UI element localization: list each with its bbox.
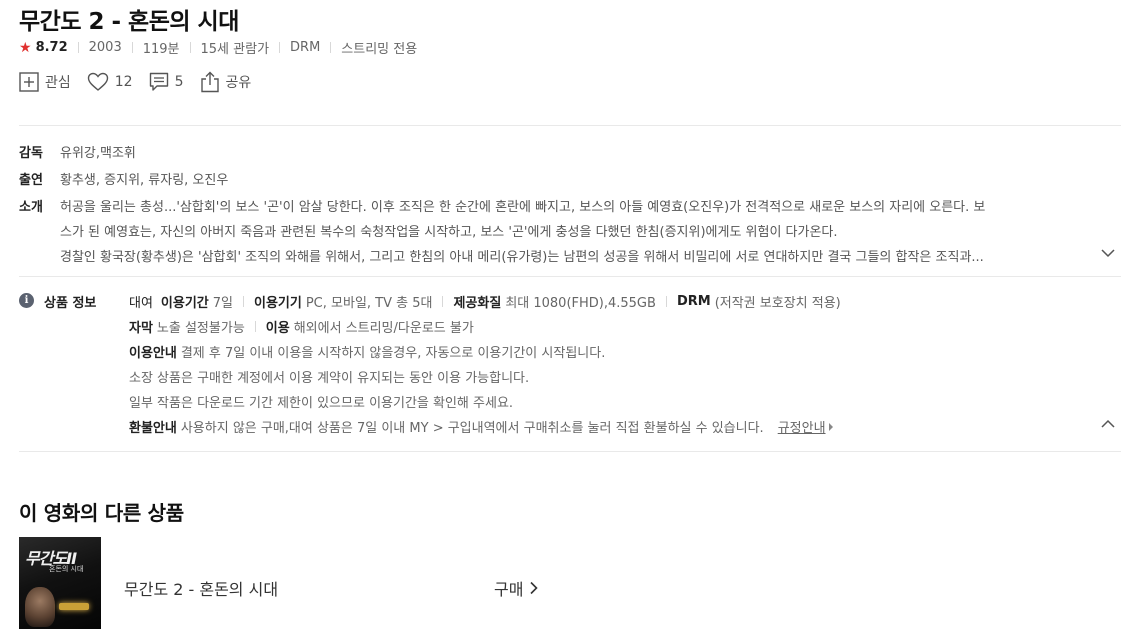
- comment-button[interactable]: 5: [149, 72, 184, 92]
- drm-label: DRM: [290, 40, 321, 55]
- chevron-down-icon[interactable]: [1100, 247, 1116, 259]
- cast-row: 출연 황추생, 증지위, 류자링, 오진우: [19, 169, 228, 188]
- director-value: 유위강,맥조휘: [60, 146, 136, 161]
- device-value: PC, 모바일, TV 총 5대: [305, 296, 433, 311]
- refund-key: 환불안내: [129, 421, 177, 436]
- rating-value: 8.72: [35, 40, 68, 55]
- synopsis-key: 소개: [19, 200, 43, 215]
- meta-divider: [279, 42, 281, 53]
- info-row-guide-3: 일부 작품은 다운로드 기간 제한이 있으므로 이용기간을 확인해 주세요.: [129, 392, 513, 411]
- share-label: 공유: [225, 75, 252, 91]
- poster-subtitle: 혼돈의 시대: [49, 565, 84, 573]
- streaming-label: 스트리밍 전용: [341, 42, 418, 57]
- movie-meta: ★ 8.72 2003 119분 15세 관람가 DRM 스트리밍 전용: [19, 38, 418, 58]
- usage-key: 이용: [265, 321, 290, 336]
- subtitle-key: 자막: [129, 321, 153, 336]
- director-key: 감독: [19, 146, 43, 161]
- device-key: 이용기기: [254, 296, 302, 311]
- drm-value: (저작권 보호장치 적용): [714, 296, 841, 311]
- director-row: 감독 유위강,맥조휘: [19, 142, 136, 161]
- meta-divider: [131, 42, 133, 53]
- comment-icon: [149, 72, 168, 91]
- synopsis-line: 허공을 울리는 총성...'삼합회'의 보스 '곤'이 암살 당한다. 이후 조…: [60, 200, 986, 215]
- product-poster[interactable]: 무간도II 혼돈의 시대: [19, 537, 101, 629]
- poster-gun: [59, 603, 89, 610]
- info-row-guide: 이용안내 결제 후 7일 이내 이용을 시작하지 않을경우, 자동으로 이용기간…: [129, 342, 605, 361]
- product-title[interactable]: 무간도 2 - 혼돈의 시대: [124, 576, 278, 600]
- info-row-rent: 대여 이용기간 7일 이용기기 PC, 모바일, TV 총 5대 제공화질 최대…: [129, 292, 841, 311]
- info-divider: [254, 321, 256, 332]
- divider: [19, 276, 1121, 277]
- share-icon: [200, 71, 219, 93]
- meta-divider: [330, 42, 332, 53]
- heart-icon: [87, 72, 108, 91]
- drm-key: DRM: [676, 294, 711, 309]
- guide-text: 일부 작품은 다운로드 기간 제한이 있으므로 이용기간을 확인해 주세요.: [129, 396, 514, 411]
- period-key: 이용기간: [160, 296, 209, 311]
- subtitle-value: 노출 설정불가능: [156, 321, 245, 336]
- action-bar: 관심 12 5 공유: [19, 71, 267, 93]
- runtime: 119분: [142, 42, 180, 57]
- guide-text: 결제 후 7일 이내 이용을 시작하지 않을경우, 자동으로 이용기간이 시작됩…: [180, 346, 606, 361]
- usage-value: 해외에서 스트리밍/다운로드 불가: [293, 321, 474, 336]
- refund-text: 사용하지 않은 구매,대여 상품은 7일 이내 MY > 구입내역에서 구매취소…: [180, 421, 764, 436]
- period-value: 7일: [212, 296, 233, 311]
- divider: [19, 125, 1121, 126]
- buy-label: 구매: [494, 580, 524, 599]
- other-products-heading: 이 영화의 다른 상품: [19, 501, 184, 525]
- info-row-refund: 환불안내 사용하지 않은 구매,대여 상품은 7일 이내 MY > 구입내역에서…: [129, 417, 833, 436]
- info-icon: i: [19, 293, 34, 308]
- comment-count: 5: [174, 74, 184, 90]
- chevron-right-icon: [530, 581, 539, 595]
- wish-button[interactable]: 관심: [19, 72, 71, 92]
- guide-text: 소장 상품은 구매한 계정에서 이용 계약이 유지되는 동안 이용 가능합니다.: [129, 371, 530, 386]
- page-title: 무간도 2 - 혼돈의 시대: [19, 9, 239, 35]
- buy-button[interactable]: 구매: [494, 576, 539, 600]
- guide-key: 이용안내: [129, 346, 177, 361]
- rent-label: 대여: [129, 296, 153, 311]
- product-info-heading: 상품 정보: [44, 296, 97, 311]
- chevron-up-icon[interactable]: [1100, 418, 1116, 430]
- info-divider: [442, 296, 444, 307]
- info-divider: [665, 296, 667, 307]
- like-button[interactable]: 12: [87, 72, 133, 92]
- release-year: 2003: [88, 40, 122, 55]
- plus-box-icon: [19, 72, 39, 92]
- quality-value: 최대 1080(FHD),4.55GB: [505, 296, 656, 311]
- info-divider: [243, 296, 244, 307]
- poster-figure: [25, 587, 55, 627]
- star-icon: ★: [19, 39, 32, 56]
- wish-label: 관심: [45, 75, 71, 91]
- cast-value: 황추생, 증지위, 류자링, 오진우: [60, 173, 229, 188]
- info-row-guide-2: 소장 상품은 구매한 계정에서 이용 계약이 유지되는 동안 이용 가능합니다.: [129, 367, 529, 386]
- info-row-subtitle: 자막 노출 설정불가능 이용 해외에서 스트리밍/다운로드 불가: [129, 317, 474, 336]
- synopsis-line: 경찰인 황국장(황추생)은 '삼합회' 조직의 와해를 위해서, 그리고 한침의…: [60, 250, 984, 265]
- quality-key: 제공화질: [453, 296, 502, 311]
- age-rating: 15세 관람가: [200, 42, 270, 57]
- like-count: 12: [114, 74, 133, 90]
- caret-right-icon: [828, 422, 833, 431]
- policy-link[interactable]: 규정안내: [778, 417, 826, 436]
- meta-divider: [189, 42, 191, 53]
- synopsis-line: 스가 된 예영효는, 자신의 아버지 죽음과 관련된 복수의 숙청작업을 시작하…: [60, 225, 838, 240]
- synopsis: 허공을 울리는 총성...'삼합회'의 보스 '곤'이 암살 당한다. 이후 조…: [60, 195, 1080, 270]
- meta-divider: [77, 42, 79, 53]
- share-button[interactable]: 공유: [200, 71, 252, 93]
- divider: [19, 451, 1121, 452]
- cast-key: 출연: [19, 173, 43, 188]
